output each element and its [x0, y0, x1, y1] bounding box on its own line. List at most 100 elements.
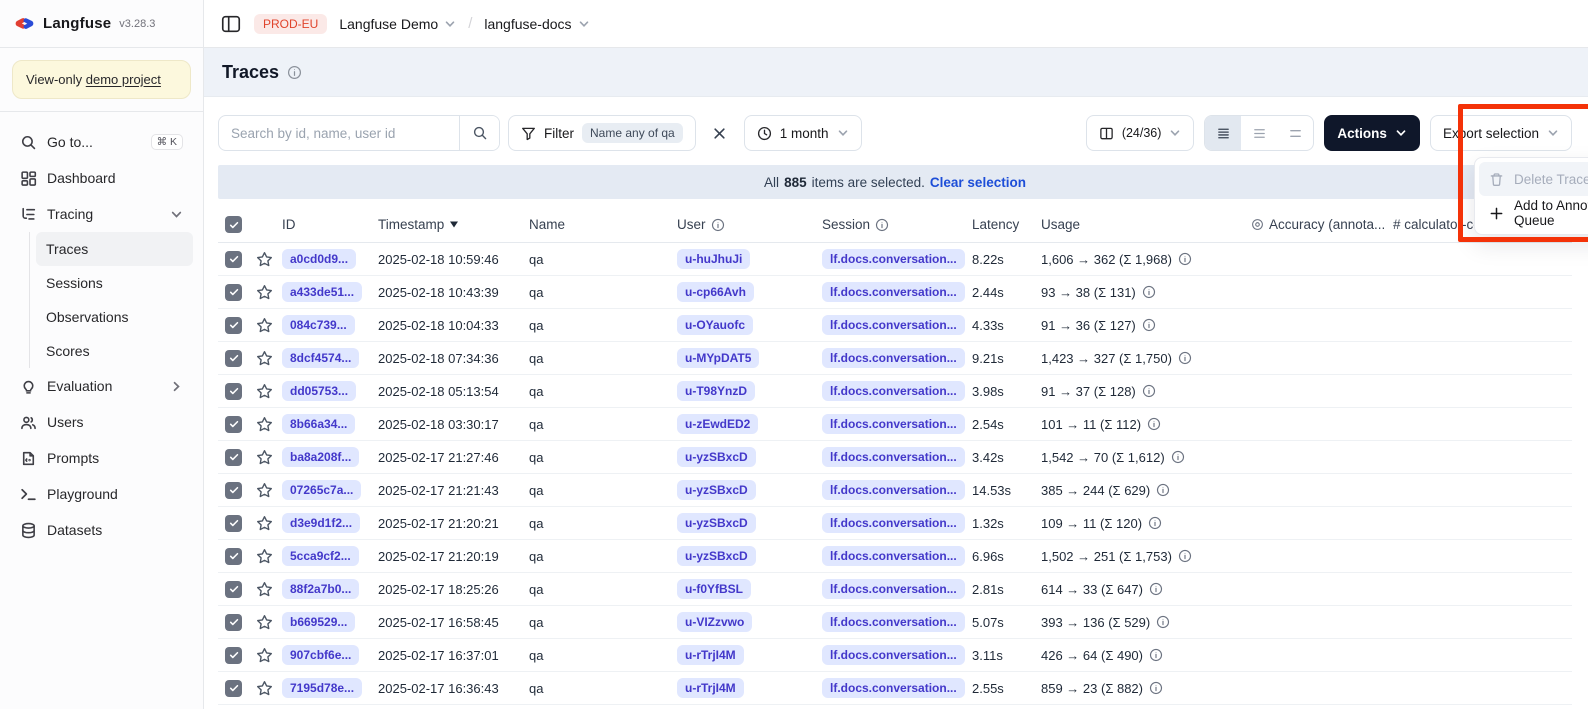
star-icon[interactable]	[256, 482, 273, 499]
trace-id-badge[interactable]: ba8a208f...	[282, 447, 359, 467]
user-badge[interactable]: u-rTrjI4M	[677, 678, 744, 698]
star-icon[interactable]	[256, 680, 273, 697]
trace-id-badge[interactable]: 88f2a7b0...	[282, 579, 359, 599]
trace-id-badge[interactable]: 8b66a34...	[282, 414, 355, 434]
session-badge[interactable]: lf.docs.conversation...	[822, 282, 965, 302]
trace-id-badge[interactable]: 8dcf4574...	[282, 348, 359, 368]
star-icon[interactable]	[256, 317, 273, 334]
sidebar-item-dashboard[interactable]: Dashboard	[10, 160, 193, 196]
session-badge[interactable]: lf.docs.conversation...	[822, 480, 965, 500]
star-icon[interactable]	[256, 383, 273, 400]
column-header[interactable]: Name	[529, 217, 677, 232]
star-icon[interactable]	[256, 251, 273, 268]
menu-item-add-to-annotation-queue[interactable]: Add to Annotation Queue	[1479, 196, 1588, 230]
org-switcher[interactable]: Langfuse Demo	[339, 16, 456, 32]
session-badge[interactable]: lf.docs.conversation...	[822, 315, 965, 335]
user-badge[interactable]: u-MYpDAT5	[677, 348, 759, 368]
sidebar-toggle-icon[interactable]	[220, 13, 242, 35]
star-icon[interactable]	[256, 548, 273, 565]
session-badge[interactable]: lf.docs.conversation...	[822, 249, 965, 269]
trace-id-badge[interactable]: dd05753...	[282, 381, 356, 401]
user-badge[interactable]: u-OYauofc	[677, 315, 753, 335]
trace-id-badge[interactable]: d3e9d1f2...	[282, 513, 360, 533]
trace-id-badge[interactable]: a433de51...	[282, 282, 362, 302]
user-badge[interactable]: u-yzSBxcD	[677, 513, 756, 533]
trace-id-badge[interactable]: a0cd0d9...	[282, 249, 356, 269]
row-height-medium-button[interactable]	[1241, 116, 1277, 150]
sidebar-item-tracing[interactable]: Tracing	[10, 196, 193, 232]
row-checkbox[interactable]	[218, 647, 256, 664]
menu-item-delete-traces[interactable]: Delete Traces	[1479, 162, 1588, 196]
session-badge[interactable]: lf.docs.conversation...	[822, 381, 965, 401]
session-badge[interactable]: lf.docs.conversation...	[822, 546, 965, 566]
user-badge[interactable]: u-f0YfBSL	[677, 579, 751, 599]
trace-id-badge[interactable]: 084c739...	[282, 315, 355, 335]
column-header[interactable]: User	[677, 217, 822, 232]
row-height-tall-button[interactable]	[1277, 116, 1313, 150]
project-switcher[interactable]: langfuse-docs	[484, 16, 589, 32]
trace-id-badge[interactable]: 07265c7a...	[282, 480, 361, 500]
sidebar-item-users[interactable]: Users	[10, 404, 193, 440]
clear-filter-button[interactable]	[704, 115, 736, 151]
user-badge[interactable]: u-cp66Avh	[677, 282, 754, 302]
row-checkbox[interactable]	[218, 680, 256, 697]
star-icon[interactable]	[256, 416, 273, 433]
column-header[interactable]: Latency	[972, 217, 1041, 232]
session-badge[interactable]: lf.docs.conversation...	[822, 645, 965, 665]
user-badge[interactable]: u-VIZzvwo	[677, 612, 752, 632]
row-checkbox[interactable]	[218, 548, 256, 565]
column-header[interactable]: Accuracy (annota...	[1251, 217, 1393, 232]
star-icon[interactable]	[256, 515, 273, 532]
sidebar-item-goto[interactable]: Go to... ⌘ K	[10, 124, 193, 160]
row-checkbox[interactable]	[218, 317, 256, 334]
row-checkbox[interactable]	[218, 251, 256, 268]
row-checkbox[interactable]	[218, 383, 256, 400]
sidebar-item-prompts[interactable]: Prompts	[10, 440, 193, 476]
sidebar-item-playground[interactable]: Playground	[10, 476, 193, 512]
user-badge[interactable]: u-yzSBxcD	[677, 447, 756, 467]
actions-button[interactable]: Actions	[1324, 115, 1420, 151]
column-header[interactable]: Timestamp	[378, 217, 529, 232]
select-all-checkbox[interactable]	[218, 216, 256, 233]
star-icon[interactable]	[256, 647, 273, 664]
row-checkbox[interactable]	[218, 416, 256, 433]
session-badge[interactable]: lf.docs.conversation...	[822, 414, 965, 434]
star-icon[interactable]	[256, 581, 273, 598]
row-checkbox[interactable]	[218, 482, 256, 499]
star-icon[interactable]	[256, 614, 273, 631]
user-badge[interactable]: u-zEwdED2	[677, 414, 758, 434]
star-icon[interactable]	[256, 350, 273, 367]
sidebar-item-observations[interactable]: Observations	[36, 300, 193, 334]
session-badge[interactable]: lf.docs.conversation...	[822, 579, 965, 599]
clear-selection-link[interactable]: Clear selection	[930, 175, 1026, 190]
search-input[interactable]	[219, 116, 459, 150]
trace-id-badge[interactable]: 907cbf6e...	[282, 645, 359, 665]
demo-project-link[interactable]: demo project	[86, 72, 161, 87]
column-header[interactable]: Usage	[1041, 217, 1251, 232]
row-checkbox[interactable]	[218, 581, 256, 598]
sidebar-item-datasets[interactable]: Datasets	[10, 512, 193, 548]
user-badge[interactable]: u-rTrjI4M	[677, 645, 744, 665]
search-button[interactable]	[459, 116, 499, 150]
user-badge[interactable]: u-yzSBxcD	[677, 480, 756, 500]
user-badge[interactable]: u-huJhuJi	[677, 249, 750, 269]
columns-button[interactable]: (24/36)	[1086, 115, 1195, 151]
row-checkbox[interactable]	[218, 614, 256, 631]
row-checkbox[interactable]	[218, 449, 256, 466]
filter-button[interactable]: Filter Name any of qa	[508, 115, 696, 151]
session-badge[interactable]: lf.docs.conversation...	[822, 678, 965, 698]
row-height-compact-button[interactable]	[1205, 116, 1241, 150]
sidebar-item-evaluation[interactable]: Evaluation	[10, 368, 193, 404]
column-header[interactable]: ID	[282, 217, 378, 232]
row-checkbox[interactable]	[218, 284, 256, 301]
session-badge[interactable]: lf.docs.conversation...	[822, 513, 965, 533]
session-badge[interactable]: lf.docs.conversation...	[822, 447, 965, 467]
row-checkbox[interactable]	[218, 350, 256, 367]
trace-id-badge[interactable]: b669529...	[282, 612, 355, 632]
trace-id-badge[interactable]: 5cca9cf2...	[282, 546, 359, 566]
session-badge[interactable]: lf.docs.conversation...	[822, 612, 965, 632]
star-icon[interactable]	[256, 284, 273, 301]
sidebar-item-scores[interactable]: Scores	[36, 334, 193, 368]
time-range-select[interactable]: 1 month	[744, 115, 862, 151]
column-header[interactable]: Session	[822, 217, 972, 232]
